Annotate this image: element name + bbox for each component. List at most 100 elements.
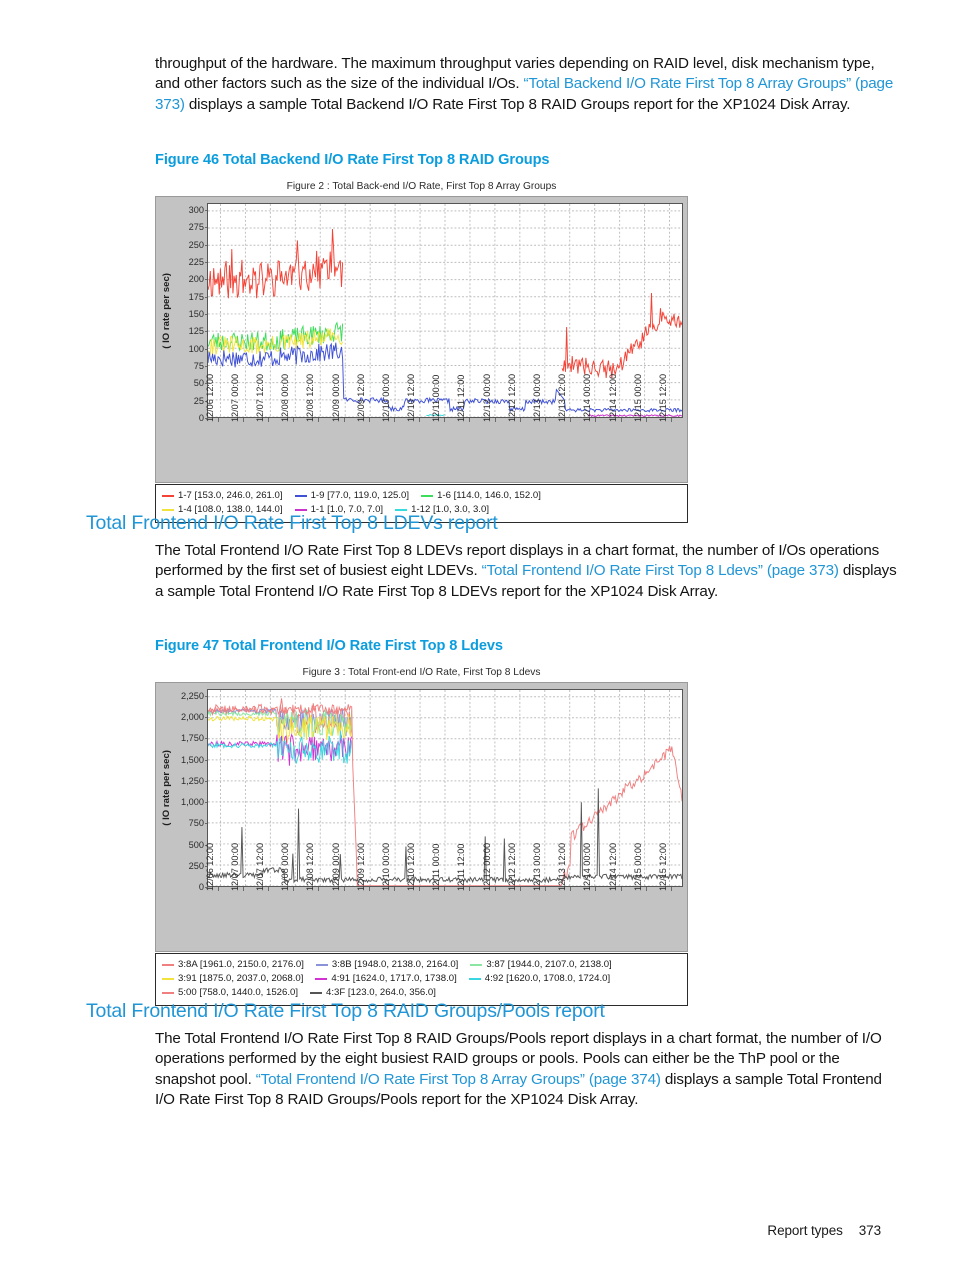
x-tick-mark (670, 418, 672, 422)
y-tick-label: 100 (188, 343, 209, 354)
x-tick-label: 12/12 00:00 (481, 842, 492, 891)
x-tick-mark (242, 418, 244, 422)
x-tick-label: 12/09 12:00 (355, 373, 366, 422)
x-tick-label: 12/10 12:00 (406, 373, 417, 422)
y-tick-label: 125 (188, 326, 209, 337)
legend-item-label: 1-7 [153.0, 246.0, 261.0] (178, 490, 283, 501)
x-tick-mark (419, 887, 421, 891)
ldevs-paragraph: The Total Frontend I/O Rate First Top 8 … (155, 541, 897, 602)
y-tick-label: 1,000 (181, 797, 208, 808)
x-tick-label: 12/10 12:00 (406, 842, 417, 891)
x-tick-mark (368, 418, 370, 422)
x-tick-label: 12/10 00:00 (380, 373, 391, 422)
x-tick-mark (267, 887, 269, 891)
legend-item[interactable]: 3:8A [1961.0, 2150.0, 2176.0] (162, 958, 304, 972)
legend-item[interactable]: 4:3F [123.0, 264.0, 356.0] (310, 986, 436, 1000)
intro-text-part2: displays a sample Total Backend I/O Rate… (184, 95, 851, 113)
x-tick-label: 12/14 00:00 (582, 373, 593, 422)
legend-color-swatch (162, 964, 174, 966)
ldevs-cross-reference-link[interactable]: “Total Frontend I/O Rate First Top 8 Lde… (482, 562, 839, 579)
document-page: throughput of the hardware. The maximum … (0, 0, 954, 1271)
legend-color-swatch (162, 992, 174, 994)
x-tick-label: 12/11 00:00 (431, 843, 442, 891)
legend-item[interactable]: 5:00 [758.0, 1440.0, 1526.0] (162, 986, 298, 1000)
y-tick-label: 250 (188, 239, 209, 250)
chart-frame-frontend: ( IO rate per sec) 0 250 500 750 1,000 1,250 1… (155, 682, 688, 952)
y-tick-label: 500 (188, 839, 209, 850)
x-tick-label: 12/12 12:00 (506, 373, 517, 422)
legend-item[interactable]: 3:87 [1944.0, 2107.0, 2138.0] (470, 958, 612, 972)
legend-item-label: 3:91 [1875.0, 2037.0, 2068.0] (178, 973, 304, 984)
legend-item[interactable]: 4:91 [1624.0, 1717.0, 1738.0] (315, 972, 457, 986)
legend-item-label: 3:8B [1948.0, 2138.0, 2164.0] (331, 959, 459, 970)
y-tick-label: 200 (188, 274, 209, 285)
chart-title-backend: Figure 2 : Total Back-end I/O Rate, Firs… (155, 178, 688, 196)
x-tick-label: 12/08 00:00 (280, 842, 291, 891)
x-tick-label: 12/13 00:00 (532, 373, 543, 422)
x-tick-label: 12/11 12:00 (456, 374, 467, 422)
figure-47-chart: Figure 3 : Total Front-end I/O Rate, Fir… (155, 664, 688, 1006)
raid-pools-cross-reference-link[interactable]: “Total Frontend I/O Rate First Top 8 Arr… (256, 1071, 661, 1088)
x-tick-mark (469, 887, 471, 891)
legend-item-label: 1-6 [114.0, 146.0, 152.0] (437, 490, 541, 501)
x-tick-mark (368, 887, 370, 891)
legend-item-label: 3:8A [1961.0, 2150.0, 2176.0] (178, 959, 304, 970)
y-tick-label: 1,500 (181, 754, 208, 765)
legend-item-label: 1-9 [77.0, 119.0, 125.0] (310, 490, 410, 501)
x-tick-mark (217, 887, 219, 891)
legend-color-swatch (294, 495, 307, 497)
raid-pools-paragraph: The Total Frontend I/O Rate First Top 8 … (155, 1029, 903, 1111)
legend-item[interactable]: 3:8B [1948.0, 2138.0, 2164.0] (315, 958, 459, 972)
x-tick-label: 12/15 00:00 (632, 842, 643, 891)
x-tick-label: 12/07 00:00 (229, 842, 240, 891)
y-tick-label: 1,750 (181, 733, 208, 744)
legend-item[interactable]: 1-7 [153.0, 246.0, 261.0] (162, 489, 283, 503)
y-tick-label: 2,000 (181, 712, 208, 723)
legend-color-swatch (162, 978, 174, 980)
x-axis-ticks-backend: 12/06 12:00 12/07 00:00 12/07 12:00 12/08 0… (160, 374, 683, 480)
x-tick-mark (444, 418, 446, 422)
section-heading-raid-pools: Total Frontend I/O Rate First Top 8 RAID… (86, 1000, 605, 1022)
y-tick-label: 175 (188, 291, 209, 302)
chart-frame-backend: ( IO rate per sec) 0 25 50 75 100 125 150 175 20… (155, 196, 688, 483)
x-tick-mark (469, 418, 471, 422)
x-tick-label: 12/09 00:00 (330, 373, 341, 422)
x-tick-label: 12/06 12:00 (204, 842, 215, 891)
legend-color-swatch (162, 495, 174, 497)
x-tick-mark (645, 418, 647, 422)
y-tick-label: 750 (188, 818, 209, 829)
legend-item[interactable]: 4:92 [1620.0, 1708.0, 1724.0] (468, 972, 611, 986)
legend-item[interactable]: 3:91 [1875.0, 2037.0, 2068.0] (162, 972, 303, 986)
legend-color-swatch (294, 509, 307, 511)
x-tick-mark (293, 887, 295, 891)
x-tick-label: 12/15 12:00 (657, 842, 668, 891)
figure-47-caption: Figure 47 Total Frontend I/O Rate First … (155, 638, 503, 654)
x-tick-mark (419, 418, 421, 422)
x-tick-mark (595, 887, 597, 891)
y-tick-label: 225 (188, 256, 209, 267)
section-heading-ldevs: Total Frontend I/O Rate First Top 8 LDEV… (86, 512, 498, 534)
x-tick-mark (519, 887, 521, 891)
legend-item-label: 4:92 [1620.0, 1708.0, 1724.0] (484, 973, 611, 984)
y-tick-label: 1,250 (181, 775, 208, 786)
legend-item[interactable]: 1-6 [114.0, 146.0, 152.0] (421, 489, 541, 503)
x-tick-label: 12/07 12:00 (254, 373, 265, 422)
page-footer: Report types 373 (767, 1223, 881, 1238)
x-tick-label: 12/14 12:00 (607, 842, 618, 891)
legend-item[interactable]: 1-9 [77.0, 119.0, 125.0] (294, 489, 410, 503)
x-tick-label: 12/09 12:00 (355, 842, 366, 891)
footer-section-label: Report types (767, 1223, 843, 1238)
x-tick-mark (545, 887, 547, 891)
x-tick-mark (267, 418, 269, 422)
x-tick-mark (620, 418, 622, 422)
x-tick-label: 12/08 12:00 (305, 842, 316, 891)
x-tick-mark (242, 887, 244, 891)
y-axis-title-frontend: ( IO rate per sec) (161, 750, 172, 826)
x-tick-label: 12/08 00:00 (280, 373, 291, 422)
y-tick-label: 300 (188, 204, 209, 215)
x-tick-label: 12/15 12:00 (657, 373, 668, 422)
x-tick-mark (393, 418, 395, 422)
x-tick-mark (217, 418, 219, 422)
x-tick-mark (494, 887, 496, 891)
legend-color-swatch (468, 978, 481, 980)
